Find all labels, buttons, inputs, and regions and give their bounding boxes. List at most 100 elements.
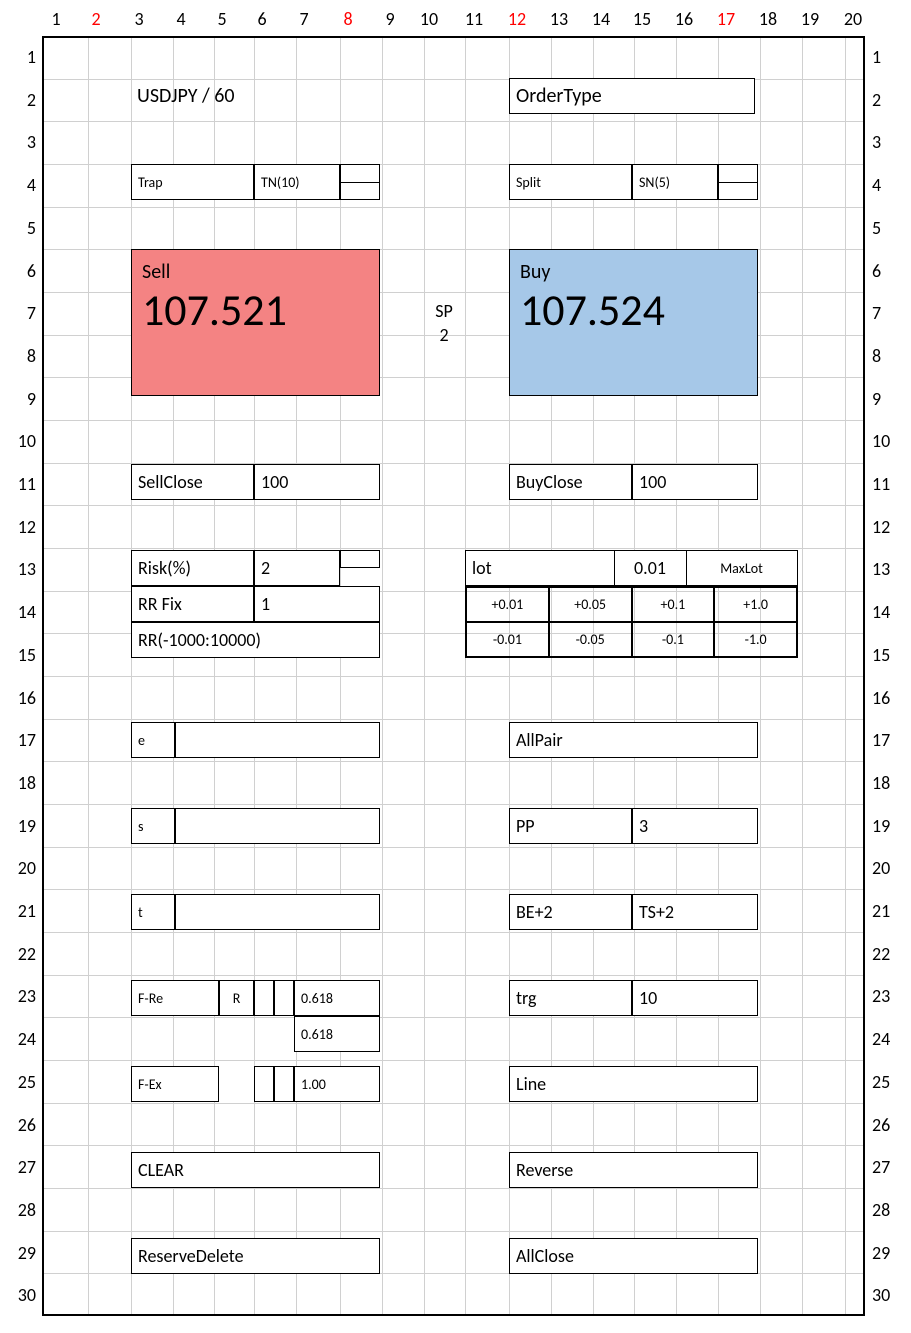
row-label-right-5: 5 (872, 217, 904, 239)
row-label-left-8: 8 (4, 345, 36, 367)
sell-button[interactable]: Sell 107.521 (131, 249, 380, 396)
f-re-gap2 (274, 980, 294, 1016)
reserve-delete-button[interactable]: ReserveDelete (131, 1238, 380, 1274)
row-label-right-11: 11 (872, 473, 904, 495)
col-header-2: 2 (76, 8, 116, 30)
order-type-button[interactable]: OrderType (509, 78, 755, 114)
allpair-button[interactable]: AllPair (509, 722, 758, 758)
risk-label: Risk(%) (131, 550, 254, 586)
row-label-right-26: 26 (872, 1114, 904, 1136)
row-label-left-30: 30 (4, 1284, 36, 1306)
buyclose-value[interactable]: 100 (632, 464, 758, 500)
row-label-right-24: 24 (872, 1028, 904, 1050)
row-label-right-1: 1 (872, 46, 904, 68)
lot-minus-0.05[interactable]: -0.05 (549, 622, 632, 657)
sellclose-button[interactable]: SellClose (131, 464, 254, 500)
f-ex-button[interactable]: F-Ex (131, 1066, 219, 1102)
lot-minus-0.01[interactable]: -0.01 (466, 622, 549, 657)
e-button[interactable]: e (131, 722, 175, 758)
row-label-right-2: 2 (872, 89, 904, 111)
clear-button[interactable]: CLEAR (131, 1152, 380, 1188)
trap-stepper[interactable] (340, 164, 380, 200)
row-label-left-5: 5 (4, 217, 36, 239)
col-header-10: 10 (409, 8, 449, 30)
col-header-5: 5 (202, 8, 242, 30)
row-label-left-14: 14 (4, 601, 36, 623)
lot-label: lot (466, 557, 614, 579)
pp-value[interactable]: 3 (632, 808, 758, 844)
sellclose-value[interactable]: 100 (254, 464, 380, 500)
col-header-19: 19 (790, 8, 830, 30)
buy-button[interactable]: Buy 107.524 (509, 249, 758, 396)
row-label-left-15: 15 (4, 644, 36, 666)
row-label-right-22: 22 (872, 943, 904, 965)
rrfix-value[interactable]: 1 (254, 586, 380, 622)
row-label-right-28: 28 (872, 1199, 904, 1221)
row-label-left-4: 4 (4, 174, 36, 196)
row-label-right-21: 21 (872, 900, 904, 922)
lot-minus-1.0[interactable]: -1.0 (714, 622, 797, 657)
col-header-15: 15 (622, 8, 662, 30)
f-re-button[interactable]: F-Re (131, 980, 219, 1016)
f-re-value2[interactable]: 0.618 (294, 1016, 380, 1052)
row-label-right-12: 12 (872, 516, 904, 538)
trg-value[interactable]: 10 (632, 980, 758, 1016)
row-label-right-27: 27 (872, 1156, 904, 1178)
row-label-right-20: 20 (872, 857, 904, 879)
row-label-left-11: 11 (4, 473, 36, 495)
rr-range-label: RR(-1000:10000) (131, 622, 380, 658)
split-button[interactable]: Split (509, 164, 632, 200)
risk-value[interactable]: 2 (254, 550, 340, 586)
row-label-left-17: 17 (4, 729, 36, 751)
buy-price: 107.524 (520, 288, 747, 332)
ts-button[interactable]: TS+2 (632, 894, 758, 930)
pp-button[interactable]: PP (509, 808, 632, 844)
col-header-3: 3 (119, 8, 159, 30)
lot-value[interactable]: 0.01 (614, 557, 686, 579)
row-label-right-6: 6 (872, 260, 904, 282)
row-label-left-28: 28 (4, 1199, 36, 1221)
line-button[interactable]: Line (509, 1066, 758, 1102)
row-label-left-29: 29 (4, 1242, 36, 1264)
row-label-left-24: 24 (4, 1028, 36, 1050)
reverse-button[interactable]: Reverse (509, 1152, 758, 1188)
row-label-left-7: 7 (4, 302, 36, 324)
all-close-button[interactable]: AllClose (509, 1238, 758, 1274)
col-header-4: 4 (161, 8, 201, 30)
buyclose-button[interactable]: BuyClose (509, 464, 632, 500)
col-header-13: 13 (539, 8, 579, 30)
row-label-right-19: 19 (872, 815, 904, 837)
lot-plus-0.1[interactable]: +0.1 (632, 587, 715, 622)
row-label-right-25: 25 (872, 1071, 904, 1093)
s-value[interactable] (175, 808, 380, 844)
f-re-r[interactable]: R (219, 980, 254, 1016)
trg-button[interactable]: trg (509, 980, 632, 1016)
f-ex-value[interactable]: 1.00 (294, 1066, 380, 1102)
symbol-label: USDJPY / 60 (137, 84, 235, 108)
e-value[interactable] (175, 722, 380, 758)
lot-plus-0.05[interactable]: +0.05 (549, 587, 632, 622)
s-button[interactable]: s (131, 808, 175, 844)
be-button[interactable]: BE+2 (509, 894, 632, 930)
t-button[interactable]: t (131, 894, 175, 930)
t-value[interactable] (175, 894, 380, 930)
row-label-left-20: 20 (4, 857, 36, 879)
lot-minus-0.1[interactable]: -0.1 (632, 622, 715, 657)
trap-button[interactable]: Trap (131, 164, 254, 200)
lot-plus-0.01[interactable]: +0.01 (466, 587, 549, 622)
row-label-right-18: 18 (872, 772, 904, 794)
row-label-left-12: 12 (4, 516, 36, 538)
f-re-value1[interactable]: 0.618 (294, 980, 380, 1016)
maxlot-button[interactable]: MaxLot (686, 560, 797, 577)
row-label-right-4: 4 (872, 174, 904, 196)
row-label-left-2: 2 (4, 89, 36, 111)
split-stepper[interactable] (718, 164, 758, 200)
row-label-left-3: 3 (4, 131, 36, 153)
lot-plus-1.0[interactable]: +1.0 (714, 587, 797, 622)
row-label-left-22: 22 (4, 943, 36, 965)
lot-row: lot 0.01 MaxLot (465, 550, 798, 586)
col-header-20: 20 (833, 8, 873, 30)
risk-stepper-up[interactable] (340, 550, 380, 568)
col-header-7: 7 (284, 8, 324, 30)
rrfix-button[interactable]: RR Fix (131, 586, 254, 622)
